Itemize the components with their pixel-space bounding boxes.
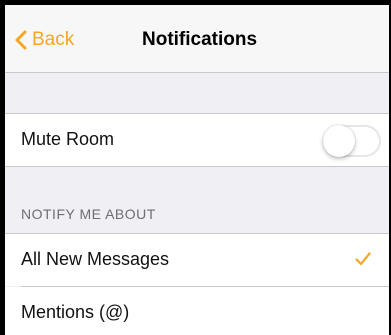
mute-room-row[interactable]: Mute Room bbox=[5, 114, 389, 166]
page-title: Notifications bbox=[142, 29, 258, 50]
mute-room-label: Mute Room bbox=[21, 129, 115, 149]
option-label: Mentions (@) bbox=[21, 302, 130, 322]
option-label: All New Messages bbox=[21, 249, 170, 269]
option-all-new-messages[interactable]: All New Messages bbox=[5, 234, 389, 286]
section-spacer bbox=[5, 73, 389, 113]
navigation-bar: Back Notifications bbox=[5, 5, 389, 73]
back-button[interactable]: Back bbox=[15, 27, 74, 53]
option-mentions[interactable]: Mentions (@) bbox=[5, 287, 389, 335]
back-label: Back bbox=[32, 29, 75, 50]
checkmark-icon bbox=[355, 252, 371, 266]
notifications-screen: Back Notifications Mute Room NOTIFY ME A… bbox=[5, 5, 389, 335]
divider bbox=[5, 166, 389, 167]
toggle-knob bbox=[323, 125, 355, 157]
chevron-left-icon bbox=[15, 30, 27, 50]
notify-section-header: NOTIFY ME ABOUT bbox=[21, 206, 156, 222]
mute-room-toggle[interactable] bbox=[323, 125, 381, 157]
